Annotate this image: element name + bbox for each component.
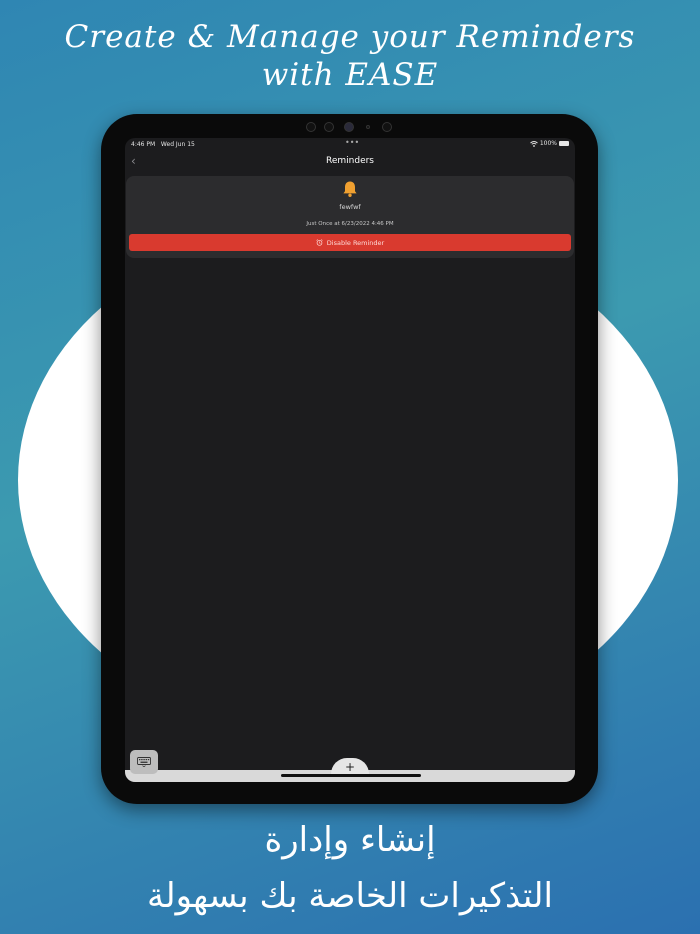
promo-title-line-2: with EASE — [261, 57, 439, 93]
add-reminder-button[interactable]: + — [331, 758, 369, 774]
multitask-dots-icon[interactable]: ••• — [345, 138, 359, 147]
reminder-schedule: Just Once at 6/23/2022 4:46 PM — [306, 221, 394, 227]
sensor-icon — [382, 122, 392, 132]
battery-icon — [559, 141, 569, 146]
reminder-name: fewfwf — [339, 203, 361, 211]
promo-title: Create & Manage your Reminders with EASE — [0, 18, 700, 94]
arabic-tagline: إنشاء وإدارة التذكيرات الخاصة بك بسهولة — [0, 812, 700, 924]
app-screen: 4:46 PM Wed Jun 15 ••• 100% ‹ Reminders — [125, 138, 575, 782]
arabic-tagline-line-1: إنشاء وإدارة — [264, 820, 436, 860]
status-bar: 4:46 PM Wed Jun 15 ••• 100% — [125, 138, 575, 150]
home-indicator[interactable] — [281, 774, 421, 777]
disable-reminder-button[interactable]: Disable Reminder — [129, 234, 571, 251]
camera-bar — [306, 120, 396, 134]
promo-title-line-1: Create & Manage your Reminders — [64, 19, 636, 55]
sensor-icon — [366, 125, 370, 129]
keyboard-button[interactable] — [130, 750, 158, 774]
wifi-icon — [530, 140, 538, 147]
disable-reminder-label: Disable Reminder — [326, 238, 385, 247]
status-right: 100% — [530, 140, 569, 147]
sensor-icon — [324, 122, 334, 132]
navigation-bar: ‹ Reminders — [125, 150, 575, 174]
camera-icon — [344, 122, 354, 132]
status-time-date: 4:46 PM Wed Jun 15 — [131, 141, 195, 148]
ipad-device-frame: 4:46 PM Wed Jun 15 ••• 100% ‹ Reminders — [101, 114, 598, 804]
sensor-icon — [306, 122, 316, 132]
alarm-clock-icon — [316, 239, 323, 246]
keyboard-icon — [137, 757, 151, 767]
status-time: 4:46 PM — [131, 141, 156, 148]
status-date: Wed Jun 15 — [160, 141, 195, 148]
battery-percent: 100% — [539, 140, 557, 147]
bell-icon — [343, 181, 357, 197]
page-title: Reminders — [326, 156, 374, 166]
arabic-tagline-line-2: التذكيرات الخاصة بك بسهولة — [147, 876, 553, 916]
reminder-card[interactable]: fewfwf Just Once at 6/23/2022 4:46 PM Di… — [126, 176, 574, 258]
